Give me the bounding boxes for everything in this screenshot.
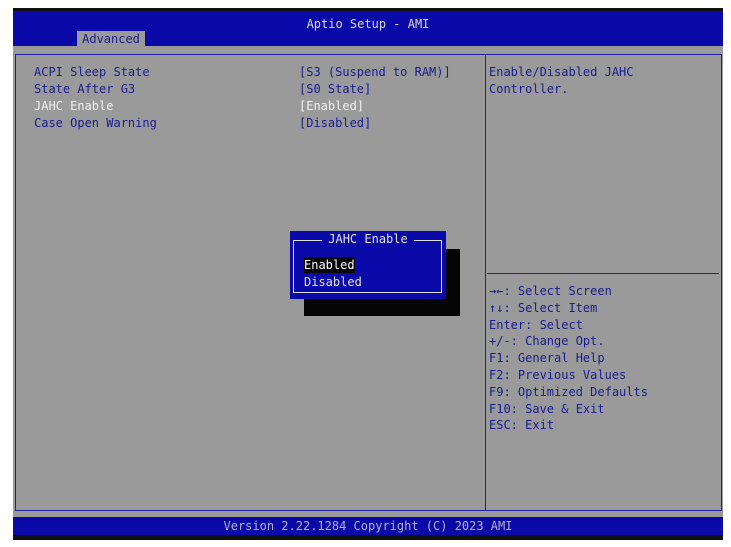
setting-jahc-enable[interactable]: JAHC Enable xyxy=(34,98,113,115)
app-title: Aptio Setup - AMI xyxy=(13,17,723,31)
footer-version: Version 2.22.1284 Copyright (C) 2023 AMI xyxy=(13,517,723,535)
help-text: Enable/Disabled JAHC Controller. xyxy=(489,64,634,98)
key-hint: ESC: Exit xyxy=(489,417,648,434)
popup-title-wrap: JAHC Enable xyxy=(290,232,446,246)
setting-value[interactable]: [Disabled] xyxy=(299,115,371,132)
setting-value[interactable]: [S3 (Suspend to RAM)] xyxy=(299,64,451,81)
key-hint: F10: Save & Exit xyxy=(489,401,648,418)
setting-value[interactable]: [S0 State] xyxy=(299,81,371,98)
setting-state-after-g3[interactable]: State After G3 xyxy=(34,81,135,98)
key-hint: →←: Select Screen xyxy=(489,283,648,300)
key-hint: Enter: Select xyxy=(489,317,648,334)
vertical-divider xyxy=(485,54,486,511)
bios-screen: Aptio Setup - AMI Advanced ACPI Sleep St… xyxy=(13,8,723,540)
key-hint: F2: Previous Values xyxy=(489,367,648,384)
key-hint: F9: Optimized Defaults xyxy=(489,384,648,401)
tab-advanced[interactable]: Advanced xyxy=(77,31,145,47)
setting-acpi-sleep-state[interactable]: ACPI Sleep State xyxy=(34,64,150,81)
help-divider xyxy=(487,273,719,274)
setting-case-open-warning[interactable]: Case Open Warning xyxy=(34,115,157,132)
key-hint: ↑↓: Select Item xyxy=(489,300,648,317)
key-hint: +/-: Change Opt. xyxy=(489,333,648,350)
jahc-enable-popup: JAHC Enable Enabled Disabled xyxy=(290,231,446,299)
option-enabled[interactable]: Enabled xyxy=(304,257,355,273)
setting-value[interactable]: [Enabled] xyxy=(299,98,364,115)
popup-title: JAHC Enable xyxy=(322,232,413,246)
bottom-bar xyxy=(13,535,723,540)
key-legend: →←: Select Screen ↑↓: Select Item Enter:… xyxy=(489,283,648,434)
option-disabled[interactable]: Disabled xyxy=(304,274,362,290)
key-hint: F1: General Help xyxy=(489,350,648,367)
header: Aptio Setup - AMI Advanced xyxy=(13,11,723,46)
